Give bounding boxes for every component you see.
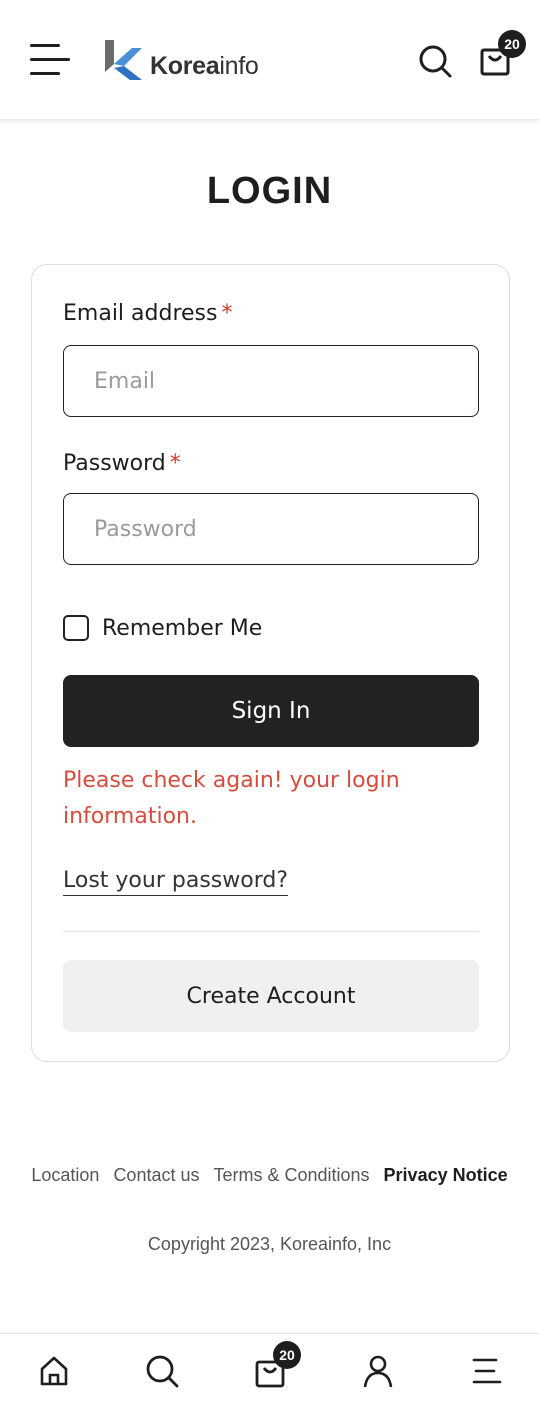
footer-links: Location Contact us Terms & Conditions P… xyxy=(0,1165,539,1186)
cart-count-badge: 20 xyxy=(498,30,526,58)
password-field[interactable] xyxy=(64,494,478,564)
footer-link-contact[interactable]: Contact us xyxy=(113,1165,199,1186)
footer-link-location[interactable]: Location xyxy=(31,1165,99,1186)
lost-password-link[interactable]: Lost your password? xyxy=(63,868,288,896)
login-error-message: Please check again! your login informati… xyxy=(63,768,400,829)
site-logo[interactable]: Koreainfo xyxy=(102,38,259,82)
divider xyxy=(63,931,479,932)
copyright: Copyright 2023, Koreainfo, Inc xyxy=(147,1234,392,1254)
sign-in-button[interactable]: Sign In xyxy=(63,675,479,747)
page-title: LOGIN xyxy=(206,170,333,212)
hamburger-icon[interactable] xyxy=(30,44,70,76)
footer-link-privacy[interactable]: Privacy Notice xyxy=(384,1165,508,1186)
create-account-button[interactable]: Create Account xyxy=(63,960,479,1032)
password-label: Password * xyxy=(63,451,181,476)
email-field[interactable] xyxy=(64,346,478,416)
top-header: Koreainfo 20 xyxy=(0,0,539,120)
logo-mark-icon xyxy=(105,40,142,80)
bottom-nav xyxy=(0,1333,539,1406)
logo-text: Koreainfo xyxy=(150,52,259,80)
home-icon[interactable] xyxy=(37,1354,71,1388)
search-icon[interactable] xyxy=(418,44,452,78)
remember-label: Remember Me xyxy=(102,615,263,641)
remember-me[interactable]: Remember Me xyxy=(63,615,262,641)
email-label: Email address * xyxy=(63,301,233,326)
password-field-wrapper xyxy=(63,493,479,565)
login-card: Email address* Password* Remember Me Sig… xyxy=(31,264,510,1062)
menu-icon[interactable] xyxy=(470,1354,504,1388)
email-field-wrapper xyxy=(63,345,479,417)
user-icon[interactable] xyxy=(361,1354,395,1388)
remember-checkbox[interactable] xyxy=(63,615,89,641)
search-icon[interactable] xyxy=(145,1354,179,1388)
footer-link-terms[interactable]: Terms & Conditions xyxy=(213,1165,369,1186)
bottom-cart-count-badge: 20 xyxy=(273,1341,301,1369)
